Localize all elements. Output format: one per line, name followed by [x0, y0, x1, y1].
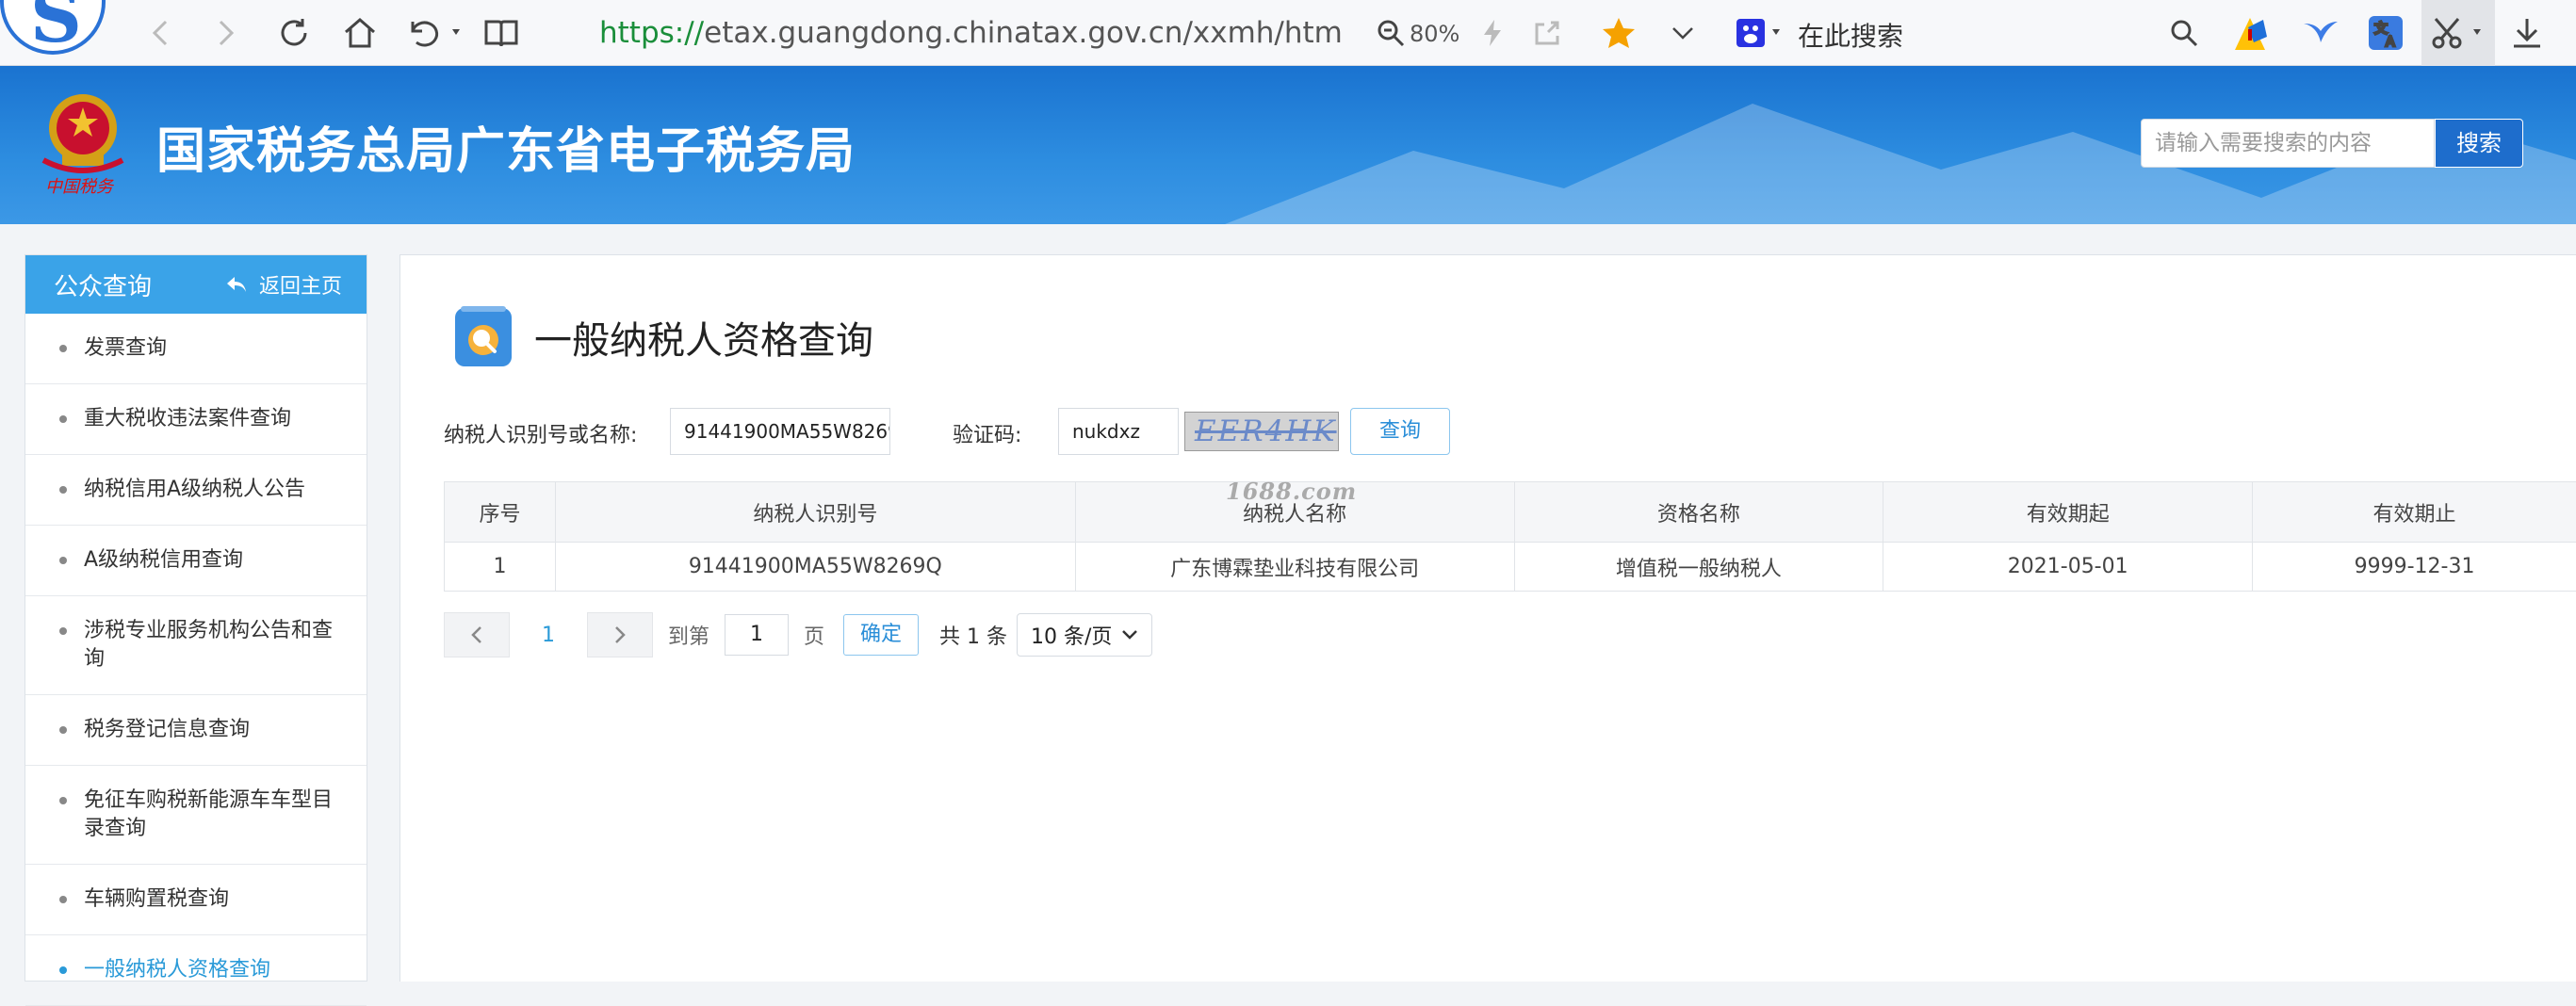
page-size-value: 10 条/页 — [1031, 620, 1112, 650]
column-header: 有效期起 — [1883, 482, 2253, 543]
lightning-icon[interactable] — [1475, 13, 1509, 53]
baidu-search-engine-icon[interactable] — [1734, 13, 1786, 53]
zoom-icon[interactable] — [1374, 13, 1408, 53]
forward-icon[interactable] — [207, 13, 245, 53]
query-page-icon — [449, 304, 517, 370]
sidebar-item-vehicle-purchase-tax[interactable]: 车辆购置税查询 — [25, 865, 367, 935]
chevron-left-icon — [469, 625, 484, 645]
security-extension-icon[interactable] — [2227, 13, 2273, 53]
svg-text:A: A — [2386, 35, 2395, 50]
goto-page-input[interactable]: 1 — [725, 614, 789, 656]
site-header: 中国税务 国家税务总局广东省电子税务局 请输入需要搜索的内容 搜索 — [0, 66, 2576, 224]
address-bar[interactable]: https://etax.guangdong.chinatax.gov.cn/x… — [599, 13, 1344, 55]
refresh-icon[interactable] — [273, 13, 315, 53]
sidebar-item-tax-agency-query[interactable]: 涉税专业服务机构公告和查询 — [25, 596, 367, 695]
query-button[interactable]: 查询 — [1350, 408, 1450, 455]
total-count: 共 1 条 — [939, 620, 1007, 650]
back-icon[interactable] — [141, 13, 179, 53]
site-title: 国家税务总局广东省电子税务局 — [156, 111, 856, 182]
svg-text:中国税务: 中国税务 — [45, 177, 115, 196]
site-search-button[interactable]: 搜索 — [2435, 119, 2523, 168]
current-page-number[interactable]: 1 — [510, 624, 587, 647]
browser-toolbar: S https://etax.guangdong.chinatax.gov.cn… — [0, 0, 2576, 66]
chevron-down-icon[interactable] — [1666, 13, 1700, 53]
goto-confirm-button[interactable]: 确定 — [843, 614, 919, 656]
column-header: 纳税人识别号 — [555, 482, 1075, 543]
sidebar-item-invoice-query[interactable]: 发票查询 — [25, 314, 367, 384]
sidebar-item-a-credit-announcement[interactable]: 纳税信用A级纳税人公告 — [25, 455, 367, 526]
table-header-row: 序号 纳税人识别号 纳税人名称 资格名称 有效期起 有效期止 — [445, 482, 2576, 543]
site-search-input[interactable]: 请输入需要搜索的内容 — [2141, 119, 2435, 168]
table-cell: 2021-05-01 — [1883, 543, 2253, 592]
browser-search-box[interactable]: 在此搜索 — [1798, 16, 1903, 54]
captcha-label: 验证码: — [953, 417, 1021, 455]
taxpayer-id-input[interactable]: 91441900MA55W8269 — [670, 408, 890, 455]
table-cell: 广东博霖垫业科技有限公司 — [1075, 543, 1514, 592]
pagination: 1 到第 1 页 确定 共 1 条 10 条/页 — [444, 611, 1152, 658]
captcha-input[interactable]: nukdxz — [1058, 408, 1179, 455]
translate-icon[interactable]: 文A — [2363, 13, 2408, 53]
back-arrow-icon — [225, 275, 248, 294]
sidebar-item-general-taxpayer[interactable]: 一般纳税人资格查询 — [25, 935, 367, 1006]
captcha-image[interactable]: EER4HK — [1184, 412, 1339, 451]
prev-page-button[interactable] — [444, 612, 510, 657]
back-home-link[interactable]: 返回主页 — [225, 269, 342, 300]
download-icon[interactable] — [2506, 13, 2548, 53]
page-unit-label: 页 — [804, 620, 824, 650]
sidebar-item-new-energy-vehicle[interactable]: 免征车购税新能源车车型目录查询 — [25, 766, 367, 865]
sidebar-item-tax-registration[interactable]: 税务登记信息查询 — [25, 695, 367, 766]
goto-label: 到第 — [668, 620, 709, 650]
bird-extension-icon[interactable] — [2297, 13, 2342, 53]
watermark: 1688.com — [1226, 478, 1357, 505]
main-panel: 一般纳税人资格查询 纳税人识别号或名称: 91441900MA55W8269 验… — [399, 254, 2576, 982]
column-header: 资格名称 — [1514, 482, 1883, 543]
table-cell: 91441900MA55W8269Q — [555, 543, 1075, 592]
column-header: 序号 — [445, 482, 556, 543]
url-scheme: https:// — [599, 16, 704, 50]
sidebar-item-a-credit-query[interactable]: A级纳税信用查询 — [25, 526, 367, 596]
favorite-star-icon[interactable] — [1598, 13, 1639, 53]
browser-logo-icon[interactable]: S — [0, 0, 106, 55]
zoom-level[interactable]: 80% — [1410, 21, 1459, 47]
page-title: 一般纳税人资格查询 — [534, 310, 873, 365]
back-home-label: 返回主页 — [259, 269, 342, 300]
column-header: 有效期止 — [2253, 482, 2576, 543]
table-cell: 增值税一般纳税人 — [1514, 543, 1883, 592]
result-table: 序号 纳税人识别号 纳税人名称 资格名称 有效期起 有效期止 1 9144190… — [444, 481, 2576, 592]
url-text: etax.guangdong.chinatax.gov.cn/xxmh/html… — [704, 16, 1344, 50]
share-icon[interactable] — [1530, 13, 1564, 53]
chevron-right-icon — [612, 625, 628, 645]
undo-close-tab-icon[interactable] — [403, 13, 464, 53]
search-icon[interactable] — [2167, 13, 2201, 53]
table-cell: 1 — [445, 543, 556, 592]
table-row: 1 91441900MA55W8269Q 广东博霖垫业科技有限公司 增值税一般纳… — [445, 543, 2576, 592]
next-page-button[interactable] — [587, 612, 653, 657]
captcha-image-text: EER4HK — [1195, 414, 1337, 448]
table-cell: 9999-12-31 — [2253, 543, 2576, 592]
page-size-select[interactable]: 10 条/页 — [1017, 613, 1152, 657]
taxpayer-id-label: 纳税人识别号或名称: — [444, 417, 637, 455]
chevron-down-icon — [1121, 629, 1138, 641]
sidebar-item-tax-violation-cases[interactable]: 重大税收违法案件查询 — [25, 384, 367, 455]
sidebar-title: 公众查询 — [54, 268, 152, 302]
sidebar: 公众查询 返回主页 发票查询 重大税收违法案件查询 纳税信用A级纳税人公告 A级… — [24, 254, 367, 982]
reading-mode-icon[interactable] — [481, 13, 522, 53]
national-emblem-logo: 中国税务 — [34, 87, 132, 196]
home-icon[interactable] — [339, 13, 381, 53]
scissors-icon[interactable] — [2427, 13, 2489, 53]
sidebar-header: 公众查询 返回主页 — [25, 255, 367, 314]
